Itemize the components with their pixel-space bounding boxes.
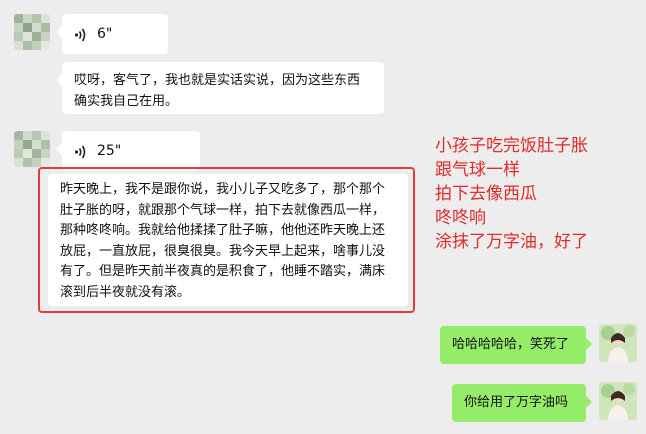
message-text: 哈哈哈哈哈，笑死了 xyxy=(452,337,570,352)
annotation-line: 拍下去像西瓜 xyxy=(435,184,537,204)
voice-duration: 6" xyxy=(97,26,113,42)
user-avatar[interactable] xyxy=(599,382,637,420)
highlight-frame xyxy=(38,167,415,313)
voice-wave-icon xyxy=(74,26,88,44)
text-message-bubble[interactable]: 哎呀，客气了，我也就是实话实说，因为这些东西确实我自己在用。 xyxy=(56,62,384,114)
voice-duration: 25" xyxy=(97,143,122,159)
annotation-line: 小孩子吃完饭肚子胀 xyxy=(435,136,588,156)
user-avatar[interactable] xyxy=(599,324,637,362)
voice-message-bubble[interactable]: 25" xyxy=(56,131,200,171)
contact-avatar[interactable] xyxy=(14,14,50,50)
annotation-line: 跟气球一样 xyxy=(435,160,520,180)
sent-message-bubble[interactable]: 你给用了万字油吗 xyxy=(452,384,592,422)
annotation-line: 咚咚响 xyxy=(435,208,486,228)
annotation-note: 小孩子吃完饭肚子胀 跟气球一样 拍下去像西瓜 咚咚响 涂抹了万字油，好了 xyxy=(435,134,635,254)
sent-message-bubble[interactable]: 哈哈哈哈哈，笑死了 xyxy=(440,326,592,364)
message-text: 你给用了万字油吗 xyxy=(464,395,569,410)
voice-message-bubble[interactable]: 6" xyxy=(56,14,168,54)
contact-avatar[interactable] xyxy=(14,131,50,167)
voice-wave-icon xyxy=(74,143,88,161)
message-text: 哎呀，客气了，我也就是实话实说，因为这些东西确实我自己在用。 xyxy=(74,73,361,109)
annotation-line: 涂抹了万字油，好了 xyxy=(435,232,588,252)
